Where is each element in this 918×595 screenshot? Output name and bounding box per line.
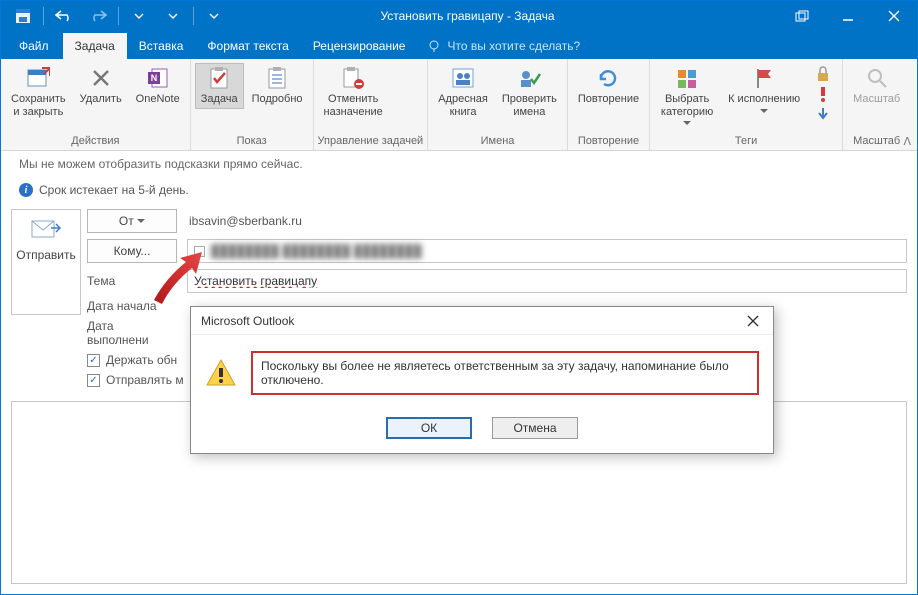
zoom-icon (865, 66, 889, 90)
svg-text:N: N (150, 73, 157, 83)
alert-dialog: Microsoft Outlook Поскольку вы более не … (190, 306, 774, 454)
cancel-assign-icon (341, 66, 365, 90)
delete-button[interactable]: Удалить (74, 63, 128, 109)
dialog-cancel-button[interactable]: Отмена (492, 417, 578, 439)
details-icon (265, 66, 289, 90)
subject-field[interactable] (187, 269, 907, 293)
dialog-title: Microsoft Outlook (201, 314, 294, 328)
onenote-button[interactable]: N OneNote (130, 63, 186, 109)
send-button[interactable]: Отправить (11, 209, 81, 315)
title-bar: Установить гравицапу - Задача (1, 1, 917, 31)
to-button[interactable]: Кому... (87, 239, 177, 263)
cancel-assignment-button[interactable]: Отменить назначение (318, 63, 389, 121)
group-recurrence-label: Повторение (572, 133, 645, 150)
ribbon-tabs: Файл Задача Вставка Формат текста Реценз… (1, 31, 917, 59)
dialog-ok-button[interactable]: ОК (386, 417, 472, 439)
window-minimize-icon[interactable] (825, 1, 871, 31)
from-value: ibsavin@sberbank.ru (187, 214, 302, 228)
window-title: Установить гравицапу - Задача (236, 9, 779, 23)
tab-format[interactable]: Формат текста (195, 33, 300, 59)
recurrence-icon (596, 66, 620, 90)
keep-updated-label: Держать обн (106, 353, 177, 367)
dialog-message: Поскольку вы более не являетесь ответств… (251, 351, 759, 395)
tab-insert[interactable]: Вставка (127, 33, 196, 59)
group-show-label: Показ (195, 133, 309, 150)
keep-updated-checkbox[interactable]: ✓ (87, 354, 100, 367)
tell-me-search[interactable]: Что вы хотите сделать? (417, 33, 590, 59)
tab-file[interactable]: Файл (5, 33, 63, 59)
infobar-tips: Мы не можем отобразить подсказки прямо с… (1, 151, 917, 177)
group-manage-label: Управление задачей (318, 133, 424, 150)
send-me-checkbox[interactable]: ✓ (87, 374, 100, 387)
save-close-icon (26, 66, 50, 90)
priority-high-icon[interactable] (812, 85, 834, 103)
zoom-button[interactable]: Масштаб (847, 63, 906, 109)
due-date-label: Дата выполнени (87, 319, 177, 347)
check-names-button[interactable]: Проверить имена (496, 63, 563, 121)
group-tags-label: Теги (654, 133, 838, 150)
qat-dropdown-1-icon[interactable] (123, 1, 155, 31)
private-icon[interactable] (812, 65, 834, 83)
start-date-label: Дата начала (87, 299, 177, 313)
window-close-icon[interactable] (871, 1, 917, 31)
tab-task[interactable]: Задача (63, 33, 127, 59)
warning-icon (205, 357, 237, 389)
task-icon (207, 66, 231, 90)
flag-icon (752, 66, 776, 90)
category-icon (675, 66, 699, 90)
delete-icon (89, 66, 113, 90)
dropdown-icon (760, 109, 768, 114)
from-button[interactable]: От (87, 209, 177, 233)
tab-review[interactable]: Рецензирование (301, 33, 418, 59)
dialog-close-icon[interactable] (741, 309, 765, 333)
save-close-button[interactable]: Сохранить и закрыть (5, 63, 72, 121)
group-names-label: Имена (432, 133, 563, 150)
window-restore-icon[interactable] (779, 1, 825, 31)
info-icon: i (19, 183, 33, 197)
send-me-label: Отправлять м (106, 373, 184, 387)
ribbon-collapse-icon[interactable]: ᐱ (903, 135, 911, 148)
qat-save-icon[interactable] (7, 1, 39, 31)
onenote-icon: N (146, 66, 170, 90)
task-view-button[interactable]: Задача (195, 63, 244, 109)
category-button[interactable]: Выбрать категорию (654, 63, 720, 129)
qat-dropdown-2-icon[interactable] (157, 1, 189, 31)
address-book-button[interactable]: Адресная книга (432, 63, 494, 121)
check-names-icon (517, 66, 541, 90)
subject-label: Тема (87, 274, 177, 288)
address-book-icon (451, 66, 475, 90)
group-actions-label: Действия (5, 133, 186, 150)
send-icon (31, 218, 61, 240)
qat-undo-icon[interactable] (48, 1, 80, 31)
infobar-due: i Срок истекает на 5-й день. (1, 177, 917, 203)
details-button[interactable]: Подробно (246, 63, 309, 109)
recurrence-button[interactable]: Повторение (572, 63, 645, 109)
dropdown-icon (683, 121, 691, 126)
followup-button[interactable]: К исполнению (722, 63, 806, 117)
group-zoom-label: Масштаб (847, 133, 906, 150)
lightbulb-icon (427, 39, 441, 53)
qat-customize-icon[interactable] (198, 1, 230, 31)
ribbon: Сохранить и закрыть Удалить N OneNote Де… (1, 59, 917, 151)
priority-low-icon[interactable] (812, 105, 834, 123)
to-field[interactable]: ████████ ████████ ████████ (187, 239, 907, 263)
qat-redo-icon[interactable] (82, 1, 114, 31)
